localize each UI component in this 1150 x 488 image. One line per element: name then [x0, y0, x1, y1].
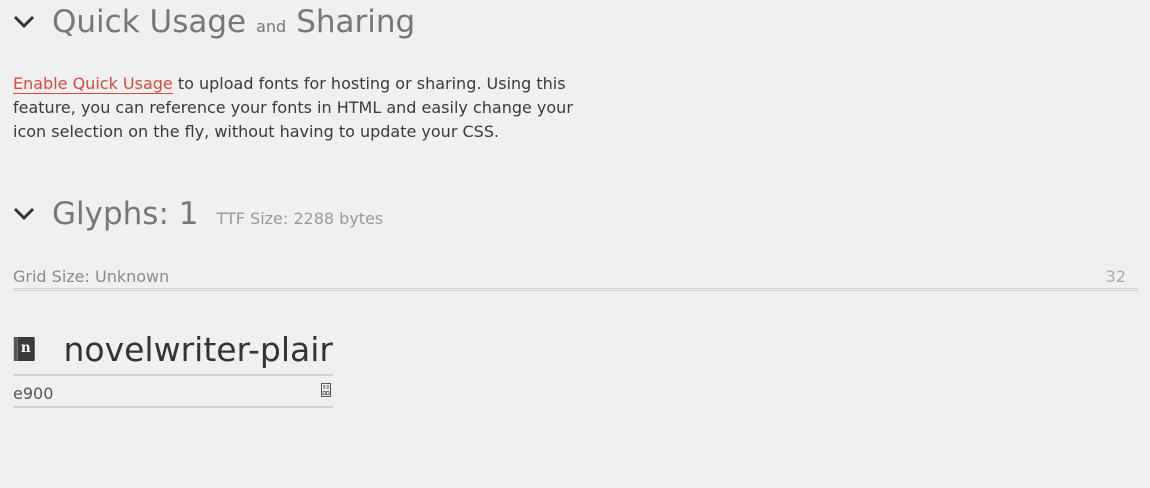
- chevron-down-icon[interactable]: [12, 10, 36, 34]
- glyphs-header: Glyphs: 1 TTF Size: 2288 bytes: [12, 196, 383, 232]
- glyph-code[interactable]: e900: [13, 384, 53, 403]
- glyph-code-preview-icon[interactable]: [321, 383, 331, 397]
- grid-size-row: Grid Size: Unknown 32: [13, 264, 1138, 291]
- quick-usage-header: Quick Usage and Sharing: [12, 4, 415, 40]
- svg-text:n: n: [21, 340, 31, 356]
- quick-usage-title: Quick Usage: [52, 4, 247, 40]
- glyphs-title: Glyphs: 1: [52, 196, 199, 232]
- quick-usage-description: Enable Quick Usage to upload fonts for h…: [13, 72, 588, 144]
- quick-usage-title-and: and: [256, 17, 287, 36]
- novelwriter-book-icon[interactable]: n: [13, 332, 35, 366]
- grid-size-label: Grid Size: Unknown: [13, 267, 170, 286]
- glyph-header: n novelwriter-plair: [13, 324, 333, 376]
- grid-size-value[interactable]: 32: [1106, 267, 1126, 286]
- enable-quick-usage-link[interactable]: Enable Quick Usage: [13, 74, 173, 94]
- glyph-card: n novelwriter-plair e900: [13, 324, 333, 408]
- glyph-code-row: e900: [13, 376, 333, 408]
- chevron-down-icon[interactable]: [12, 202, 36, 226]
- glyph-name[interactable]: novelwriter-plair: [63, 330, 333, 369]
- ttf-size: TTF Size: 2288 bytes: [216, 209, 384, 228]
- sharing-title: Sharing: [296, 4, 416, 40]
